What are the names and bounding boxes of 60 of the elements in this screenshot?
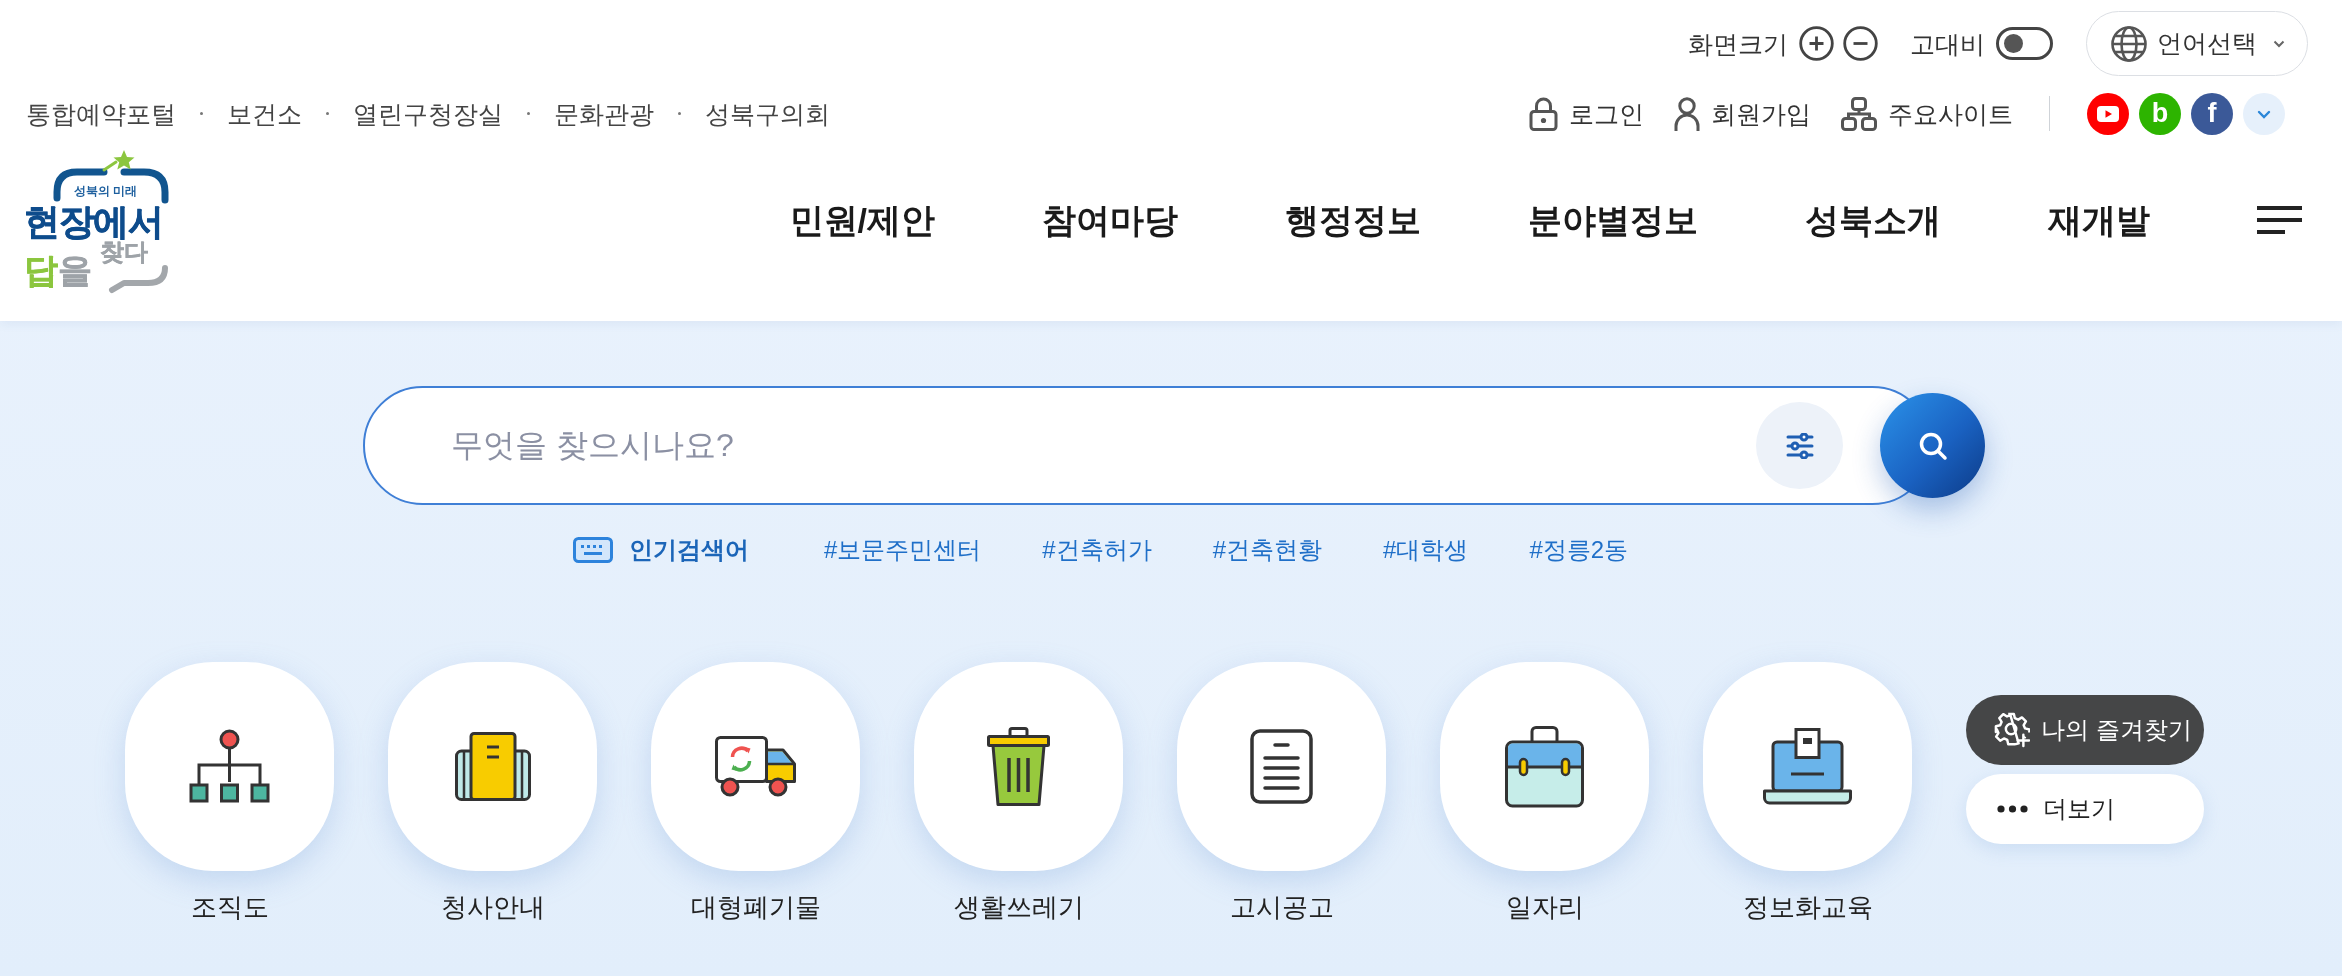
globe-icon	[2111, 25, 2147, 62]
chevron-down-icon	[2273, 39, 2285, 48]
popular-searches-label: 인기검색어	[629, 535, 749, 565]
briefcase-icon	[1505, 725, 1584, 808]
search-tag-link[interactable]: #건축허가	[1042, 535, 1152, 565]
font-size-label: 화면크기	[1688, 28, 1788, 59]
gear-plus-icon	[1994, 712, 2030, 748]
favorites-button[interactable]: 나의 즐겨찾기	[1966, 695, 2204, 765]
trash-can-icon	[987, 727, 1050, 806]
contrast-toggle[interactable]	[1996, 27, 2053, 60]
hierarchy-icon	[1841, 96, 1877, 131]
document-icon	[1250, 729, 1313, 804]
quick-menu-label[interactable]: 일자리	[1505, 889, 1584, 926]
logo-headline: 현장에서	[24, 203, 162, 240]
family-site-link[interactable]: 보건소	[227, 98, 302, 129]
family-site-link[interactable]: 문화관광	[554, 98, 654, 129]
search-field[interactable]: 무엇을 찾으시나요?	[451, 417, 1741, 474]
family-site-link[interactable]: 열린구청장실	[353, 98, 503, 129]
nav-menu-item[interactable]: 재개발	[2048, 199, 2150, 241]
plus-circle-icon[interactable]	[1799, 26, 1834, 61]
search-tag-link[interactable]: #대학생	[1383, 535, 1469, 565]
account-link[interactable]: 주요사이트	[1841, 96, 2013, 131]
quick-menu-label[interactable]: 고시공고	[1229, 889, 1334, 926]
menu-icon[interactable]	[2257, 205, 2302, 235]
nav-menu-item[interactable]: 행정정보	[1285, 199, 1421, 241]
search-icon[interactable]	[1880, 393, 1985, 498]
keyboard-icon	[573, 537, 613, 563]
language-button[interactable]: 언어선택	[2086, 11, 2308, 76]
nav-menu-item[interactable]: 참여마당	[1042, 199, 1178, 241]
laptop-icon	[1763, 728, 1852, 805]
nav-menu-item[interactable]: 성북소개	[1805, 199, 1941, 241]
quick-menu-label[interactable]: 조직도	[190, 889, 269, 926]
lock-icon	[1529, 96, 1558, 131]
logo-text: 찾다	[100, 239, 148, 264]
ellipsis-icon	[1997, 805, 2028, 813]
quick-menu-label[interactable]: 대형폐기물	[690, 889, 821, 926]
search-tag-link[interactable]: #건축현황	[1212, 535, 1323, 565]
account-link[interactable]: 로그인	[1529, 96, 1644, 131]
family-site-link[interactable]: 성북구의회	[705, 98, 830, 129]
quick-menu-label[interactable]: 생활쓰레기	[953, 889, 1084, 926]
contrast-label: 고대비	[1910, 28, 1985, 59]
org-chart-icon	[189, 729, 270, 804]
account-link[interactable]: 회원가입	[1674, 96, 1811, 131]
social-link[interactable]: f	[2191, 92, 2233, 135]
nav-menu-item[interactable]: 분야별정보	[1528, 199, 1698, 241]
quick-menu-label[interactable]: 청사안내	[440, 889, 545, 926]
more-button[interactable]: 더보기	[1966, 774, 2204, 844]
minus-circle-icon[interactable]	[1843, 26, 1878, 61]
nav-menu-item[interactable]: 민원/제안	[789, 199, 935, 241]
search-tag-link[interactable]: #정릉2동	[1529, 535, 1629, 565]
truck-icon	[715, 735, 796, 798]
logo-tagline: 성북의 미래	[74, 184, 138, 197]
search-tag-link[interactable]: #보문주민센터	[824, 535, 982, 565]
play-icon[interactable]	[2087, 92, 2129, 135]
quick-menu-label[interactable]: 정보화교육	[1742, 889, 1873, 926]
person-icon	[1674, 96, 1700, 131]
family-site-link[interactable]: 통합예약포털	[26, 98, 176, 129]
building-icon	[454, 732, 531, 801]
logo-text: 답을	[24, 252, 92, 287]
star-icon	[102, 149, 135, 171]
